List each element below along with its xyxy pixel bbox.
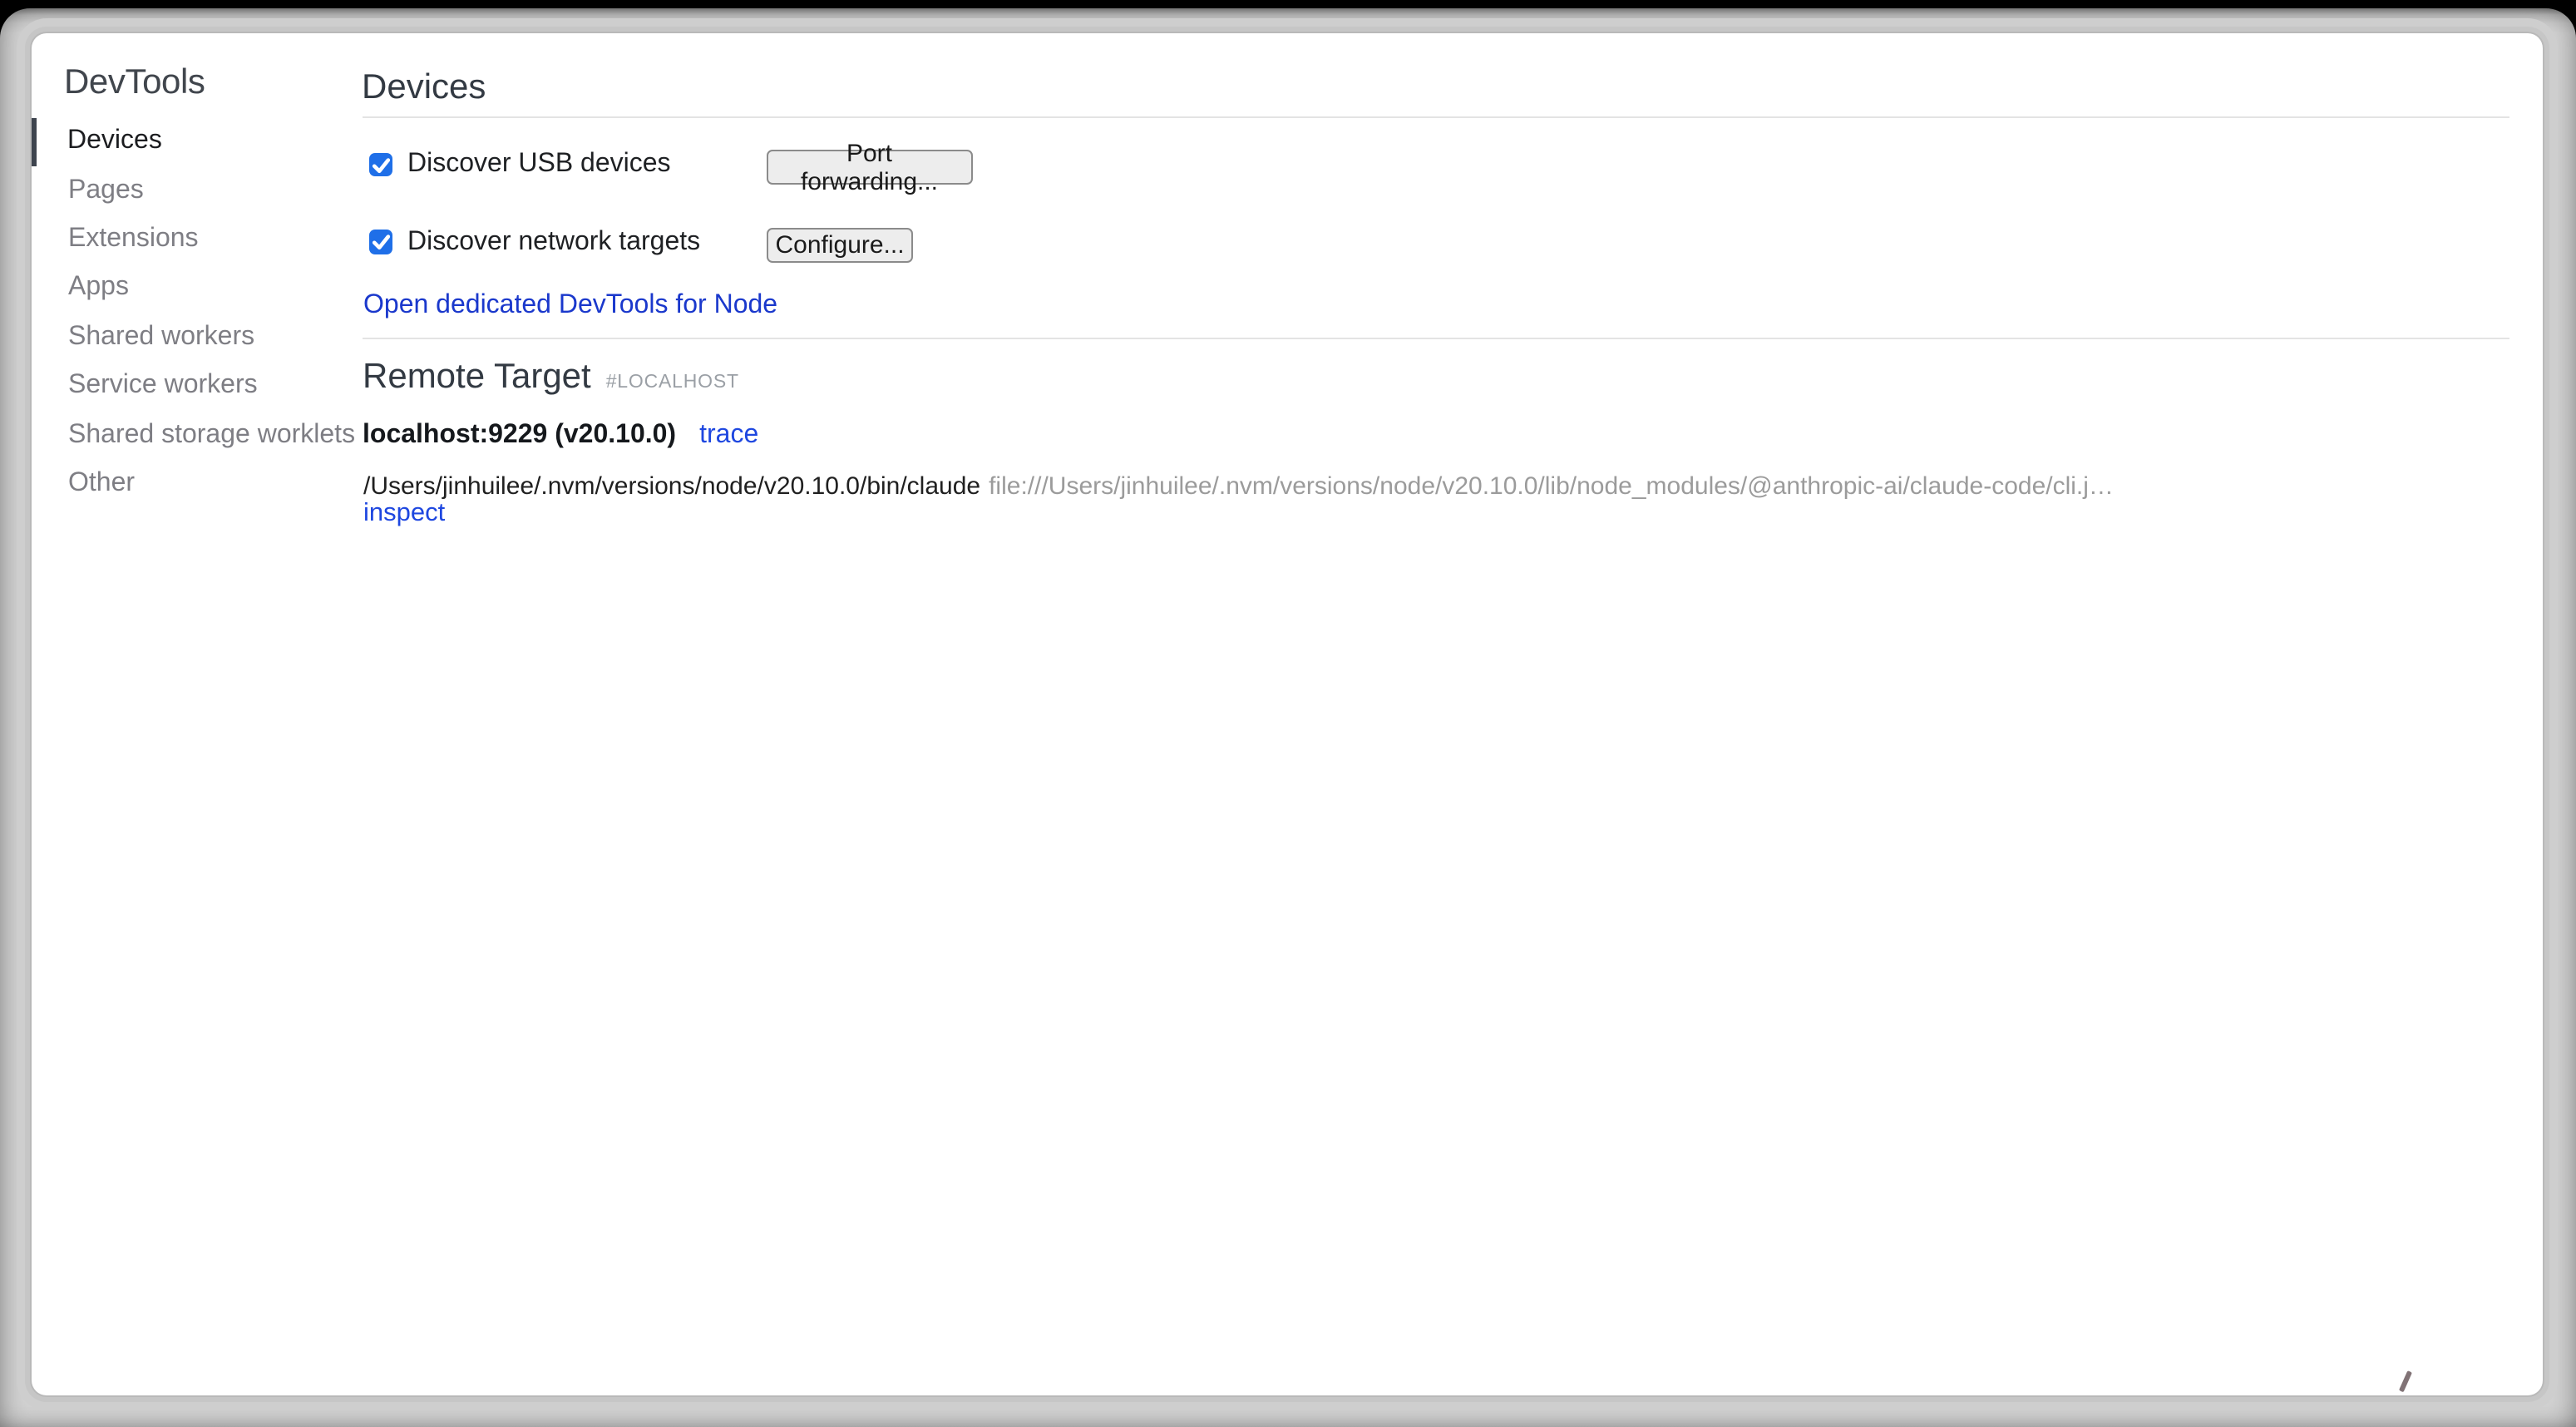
screenshot-canvas: DevTools Devices Pages Extensions Apps S…: [0, 0, 2576, 1427]
sidebar-item-other[interactable]: Other: [32, 459, 381, 508]
sidebar-item-apps[interactable]: Apps: [32, 264, 381, 313]
sidebar-item-pages[interactable]: Pages: [32, 166, 381, 215]
localhost-tag: #LOCALHOST: [606, 373, 739, 393]
divider: [362, 337, 2509, 338]
port-forwarding-button[interactable]: Port forwarding...: [767, 150, 972, 185]
page-title: Devices: [362, 66, 486, 109]
resize-grip-artifact: [2399, 1370, 2411, 1391]
discover-usb-checkbox[interactable]: [368, 152, 392, 176]
remote-target-title: Remote Target: [363, 358, 591, 396]
discover-usb-label[interactable]: Discover USB devices: [407, 150, 671, 178]
devtools-inspect-window: DevTools Devices Pages Extensions Apps S…: [32, 32, 2542, 1395]
sidebar-item-extensions[interactable]: Extensions: [32, 215, 381, 264]
sidebar-item-devices[interactable]: Devices: [32, 117, 381, 166]
check-icon: [368, 230, 392, 254]
sidebar-item-shared-workers[interactable]: Shared workers: [32, 313, 381, 362]
open-node-devtools-link[interactable]: Open dedicated DevTools for Node: [363, 290, 777, 318]
target-row: localhost:9229 (v20.10.0) trace: [363, 421, 758, 449]
trace-link[interactable]: trace: [699, 421, 758, 449]
discover-network-label[interactable]: Discover network targets: [407, 227, 700, 255]
sidebar-item-shared-storage-worklets[interactable]: Shared storage worklets: [32, 411, 381, 460]
app-title: DevTools: [64, 62, 205, 105]
remote-target-heading: Remote Target #LOCALHOST: [363, 356, 739, 404]
top-black-strip: [0, 0, 2576, 8]
divider: [362, 116, 2509, 118]
configure-button[interactable]: Configure...: [767, 227, 913, 262]
target-detail: /Users/jinhuilee/.nvm/versions/node/v20.…: [363, 474, 2114, 526]
target-file-url: file:///Users/jinhuilee/.nvm/versions/no…: [989, 472, 2114, 501]
sidebar-item-service-workers[interactable]: Service workers: [32, 362, 381, 411]
target-name: localhost:9229 (v20.10.0): [363, 421, 676, 449]
discover-network-checkbox[interactable]: [368, 230, 392, 254]
target-process-path: /Users/jinhuilee/.nvm/versions/node/v20.…: [363, 472, 980, 501]
check-icon: [368, 152, 392, 176]
sidebar-nav: Devices Pages Extensions Apps Shared wor…: [32, 117, 381, 508]
inspect-link[interactable]: inspect: [363, 498, 445, 526]
